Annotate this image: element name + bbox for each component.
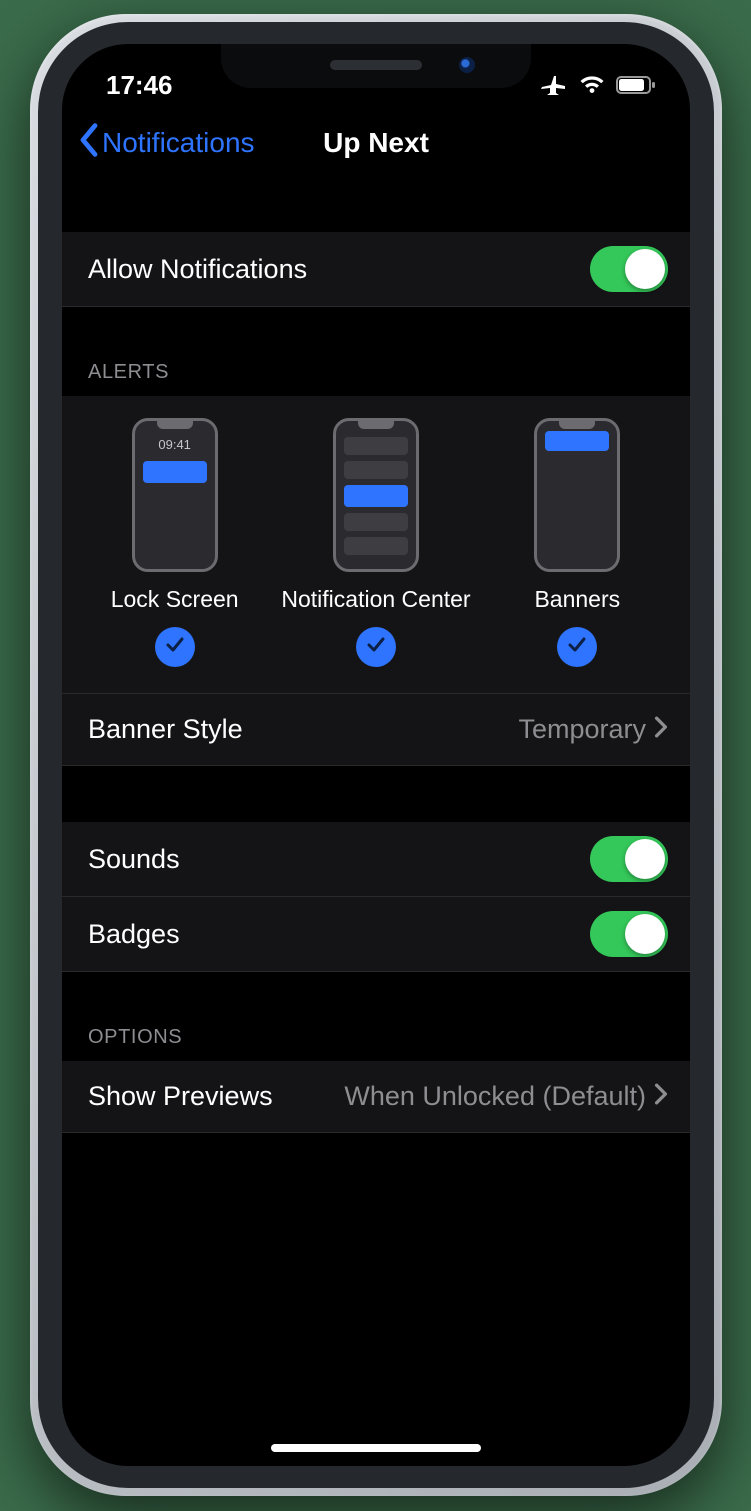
battery-icon [616,75,656,95]
device-frame-inner: 17:46 [38,22,714,1488]
notification-center-label: Notification Center [281,586,470,613]
chevron-left-icon [76,122,102,165]
alert-option-lock-screen[interactable]: 09:41 Lock Screen [75,418,274,667]
lock-screen-check[interactable] [155,627,195,667]
banners-check[interactable] [557,627,597,667]
alert-option-notification-center[interactable]: Notification Center [276,418,475,667]
checkmark-icon [566,634,588,661]
checkmark-icon [164,634,186,661]
device-frame: 17:46 [30,14,722,1496]
alerts-cell: 09:41 Lock Screen [62,396,690,694]
banner-style-label: Banner Style [88,714,243,745]
wifi-icon [578,74,606,96]
alert-option-banners[interactable]: Banners [478,418,677,667]
checkmark-icon [365,634,387,661]
notification-center-thumbnail [333,418,419,572]
sounds-label: Sounds [88,844,180,875]
sounds-row[interactable]: Sounds [62,822,690,897]
allow-notifications-label: Allow Notifications [88,254,307,285]
lock-screen-thumbnail: 09:41 [132,418,218,572]
sounds-toggle[interactable] [590,836,668,882]
back-label: Notifications [102,127,255,159]
banner-style-value: Temporary [518,714,646,745]
home-indicator[interactable] [271,1444,481,1452]
airplane-mode-icon [540,74,568,96]
notch [221,44,531,88]
show-previews-row[interactable]: Show Previews When Unlocked (Default) [62,1061,690,1133]
back-button[interactable]: Notifications [76,122,255,165]
speaker-grill [330,60,422,70]
lock-screen-label: Lock Screen [111,586,239,613]
status-icons [540,74,656,96]
status-time: 17:46 [106,70,173,101]
banners-label: Banners [534,586,620,613]
badges-row[interactable]: Badges [62,897,690,972]
badges-toggle[interactable] [590,911,668,957]
notification-center-check[interactable] [356,627,396,667]
screen: 17:46 [62,44,690,1466]
show-previews-label: Show Previews [88,1081,273,1112]
allow-notifications-row[interactable]: Allow Notifications [62,232,690,307]
allow-notifications-toggle[interactable] [590,246,668,292]
chevron-right-icon [654,1081,668,1112]
badges-label: Badges [88,919,180,950]
front-camera [459,57,475,73]
show-previews-value: When Unlocked (Default) [344,1081,646,1112]
chevron-right-icon [654,714,668,745]
thumb-time: 09:41 [135,437,215,452]
banners-thumbnail [534,418,620,572]
nav-bar: Notifications Up Next [62,104,690,182]
banner-style-row[interactable]: Banner Style Temporary [62,694,690,766]
options-header: OPTIONS [62,1014,690,1061]
alerts-header: ALERTS [62,349,690,396]
